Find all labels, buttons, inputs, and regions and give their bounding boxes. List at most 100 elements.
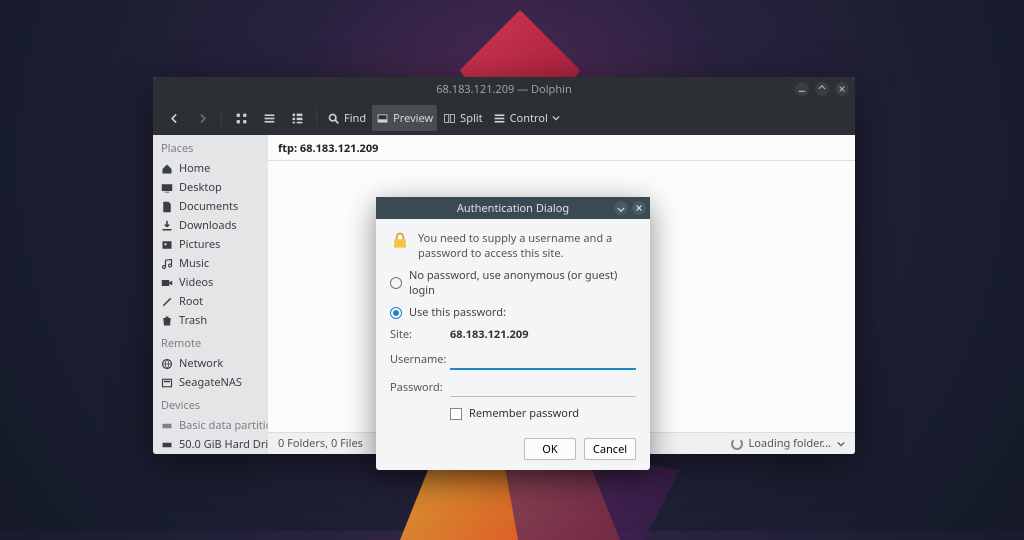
root-icon [161,296,173,308]
control-label: Control [510,111,548,126]
icons-view-button[interactable] [228,105,254,131]
sidebar-item-label: Network [179,356,223,371]
site-value: 68.183.121.209 [450,327,528,342]
download-icon [161,220,173,232]
sidebar-item-downloads[interactable]: Downloads [153,216,268,235]
details-view-button[interactable] [284,105,310,131]
sidebar-item-label: Downloads [179,218,237,233]
anonymous-login-radio[interactable]: No password, use anonymous (or guest) lo… [390,268,636,298]
radio-icon [390,277,402,289]
location-bar[interactable]: ftp: 68.183.121.209 [268,135,855,161]
location-text: ftp: 68.183.121.209 [278,141,378,156]
sidebar-item-label: Home [179,161,210,176]
preview-button[interactable]: Preview [372,105,437,131]
music-icon [161,258,173,270]
auth-dialog: Authentication Dialog You need to supply… [376,197,650,470]
radio-label: No password, use anonymous (or guest) lo… [409,268,636,298]
devices-header: Devices [153,392,268,416]
dialog-minimize-button[interactable] [614,201,628,215]
sidebar-item-documents[interactable]: Documents [153,197,268,216]
forward-button[interactable] [189,105,215,131]
trash-icon [161,315,173,327]
nas-icon [161,377,173,389]
network-icon [161,358,173,370]
username-input[interactable] [450,349,636,370]
site-label: Site: [390,327,442,342]
dialog-message-text: You need to supply a username and a pass… [418,231,636,261]
sidebar-item-label: Trash [179,313,207,328]
sidebar-item-network[interactable]: Network [153,354,268,373]
control-button[interactable]: Control [489,105,564,131]
split-label: Split [460,111,482,126]
username-row: Username: [390,349,636,370]
dialog-title: Authentication Dialog [457,201,569,216]
ok-button[interactable]: OK [524,438,576,460]
home-icon [161,163,173,175]
split-button[interactable]: Split [439,105,486,131]
preview-icon [376,112,389,125]
chevron-down-icon [552,114,560,122]
minimize-button[interactable] [795,82,809,96]
window-titlebar: 68.183.121.209 — Dolphin [153,77,855,101]
close-button[interactable] [835,82,849,96]
document-icon [161,201,173,213]
desktop-icon [161,182,173,194]
sidebar-item-nas[interactable]: SeagateNAS [153,373,268,392]
sidebar-item-label: 50.0 GiB Hard Drive [179,437,268,452]
sidebar-item-label: Documents [179,199,238,214]
drive-icon [161,439,173,451]
sidebar-item-label: SeagateNAS [179,375,242,390]
lock-icon [390,231,410,251]
dialog-titlebar: Authentication Dialog [376,197,650,219]
sidebar-item-device[interactable]: 50.0 GiB Hard Drive [153,435,268,454]
status-summary: 0 Folders, 0 Files [278,436,363,451]
split-icon [443,112,456,125]
checkbox-label: Remember password [469,406,579,421]
sidebar-item-pictures[interactable]: Pictures [153,235,268,254]
back-button[interactable] [161,105,187,131]
sidebar-item-label: Root [179,294,203,309]
sidebar-item-home[interactable]: Home [153,159,268,178]
radio-label: Use this password: [409,305,506,320]
chevron-down-icon [837,440,845,448]
sidebar-item-label: Music [179,256,209,271]
find-label: Find [344,111,366,126]
preview-label: Preview [393,111,433,126]
sidebar-item-trash[interactable]: Trash [153,311,268,330]
remember-password-checkbox[interactable]: Remember password [450,406,636,421]
maximize-button[interactable] [815,82,829,96]
window-title: 68.183.121.209 — Dolphin [436,82,572,97]
loading-text: Loading folder... [749,436,832,451]
sidebar-item-label: Basic data partition [179,418,268,433]
sidebar-item-music[interactable]: Music [153,254,268,273]
video-icon [161,277,173,289]
dialog-close-button[interactable] [632,201,646,215]
sidebar-item-root[interactable]: Root [153,292,268,311]
sidebar-item-label: Videos [179,275,213,290]
separator [221,109,222,127]
places-header: Places [153,135,268,159]
password-label: Password: [390,380,442,395]
username-label: Username: [390,352,442,367]
password-row: Password: [390,377,636,397]
password-input[interactable] [450,377,636,397]
sidebar-item-videos[interactable]: Videos [153,273,268,292]
site-row: Site: 68.183.121.209 [390,327,636,342]
use-password-radio[interactable]: Use this password: [390,305,636,320]
drive-icon [161,420,173,432]
remote-header: Remote [153,330,268,354]
sidebar-item-label: Pictures [179,237,220,252]
places-panel: Places Home Desktop Documents Downloads … [153,135,268,454]
find-button[interactable]: Find [323,105,370,131]
search-icon [327,112,340,125]
checkbox-icon [450,408,462,420]
sidebar-item-desktop[interactable]: Desktop [153,178,268,197]
separator [316,109,317,127]
pictures-icon [161,239,173,251]
toolbar: Find Preview Split Control [153,101,855,135]
sidebar-item-device[interactable]: Basic data partition [153,416,268,435]
compact-view-button[interactable] [256,105,282,131]
cancel-button[interactable]: Cancel [584,438,636,460]
loading-spinner-icon [731,438,743,450]
radio-icon [390,307,402,319]
